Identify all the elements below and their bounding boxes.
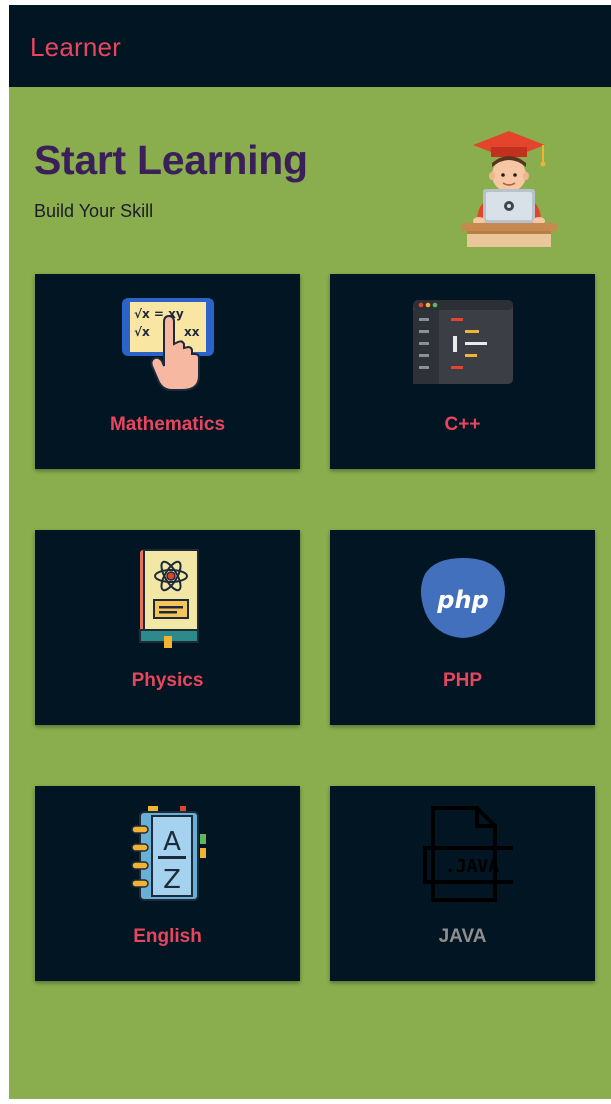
svg-text:A: A	[163, 827, 181, 857]
course-card-mathematics[interactable]: √x = xy √x xx Mathematics	[35, 274, 300, 469]
course-label: Physics	[131, 670, 204, 691]
student-laptop-icon	[461, 131, 557, 247]
app-title: Learner	[30, 32, 122, 62]
page-subtitle: Build Your Skill	[34, 201, 154, 221]
course-label: JAVA	[438, 926, 487, 947]
app-screen: Learner Start Learning Build Your Skill	[9, 5, 611, 1099]
svg-text:√x = xy: √x = xy	[134, 307, 184, 321]
svg-text:.JAVA: .JAVA	[444, 856, 498, 877]
course-label: Mathematics	[109, 414, 226, 435]
math-tablet-icon: √x = xy √x xx	[121, 298, 214, 391]
dictionary-az-icon: A Z	[130, 806, 206, 901]
svg-text:√x: √x	[134, 325, 150, 339]
physics-book-icon	[138, 549, 199, 648]
code-editor-icon	[412, 300, 513, 384]
course-card-cpp[interactable]: C++	[330, 274, 595, 469]
course-card-physics[interactable]: Physics	[35, 530, 300, 725]
page-title: Start Learning	[34, 137, 308, 183]
course-label: PHP	[442, 670, 483, 691]
app-bar: Learner	[9, 5, 611, 87]
svg-text:Z: Z	[163, 865, 181, 895]
course-card-php[interactable]: php PHP	[330, 530, 595, 725]
course-label: C++	[444, 414, 481, 435]
svg-text:xx: xx	[184, 325, 200, 339]
course-card-english[interactable]: A Z English	[35, 786, 300, 981]
php-logo-icon: php	[420, 558, 505, 638]
java-file-icon: .JAVA	[422, 806, 513, 902]
svg-text:php: php	[436, 586, 488, 614]
course-label: English	[133, 926, 202, 947]
course-card-java[interactable]: .JAVA JAVA	[330, 786, 595, 981]
